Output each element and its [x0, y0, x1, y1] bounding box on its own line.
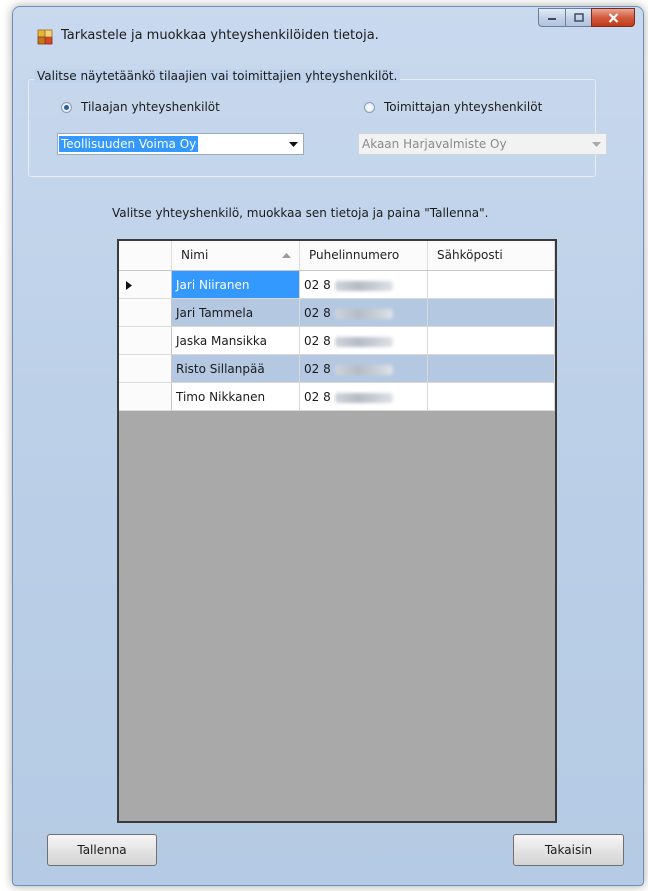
caption-buttons — [538, 8, 635, 28]
customer-company-select[interactable]: Teollisuuden Voima Oy — [57, 133, 304, 155]
app-icon — [37, 29, 53, 45]
minimize-icon — [548, 17, 556, 20]
supplier-company-value: Akaan Harjavalmiste Oy — [362, 137, 507, 151]
column-header-name[interactable]: Nimi — [172, 241, 300, 270]
customer-contacts-radio[interactable]: Tilaajan yhteyshenkilöt — [61, 100, 220, 114]
redacted-blur — [334, 280, 393, 291]
email-cell[interactable] — [428, 299, 555, 327]
instruction-text: Valitse yhteyshenkilö, muokkaa sen tieto… — [112, 206, 489, 220]
redacted-blur — [334, 308, 393, 319]
dropdown-arrow-icon — [588, 135, 604, 153]
sort-ascending-icon — [282, 253, 291, 258]
column-header-label: Nimi — [181, 248, 209, 262]
table-row[interactable]: Jaska Mansikka 02 8 — [119, 327, 555, 355]
save-button[interactable]: Tallenna — [47, 834, 157, 866]
grid-header: Nimi Puhelinnumero Sähköposti — [119, 241, 555, 271]
row-header[interactable] — [119, 355, 172, 383]
row-header[interactable] — [119, 327, 172, 355]
dropdown-arrow-icon — [285, 135, 301, 153]
redacted-blur — [334, 392, 393, 403]
maximize-button[interactable] — [565, 8, 591, 27]
email-cell[interactable] — [428, 383, 555, 411]
name-cell[interactable]: Jaska Mansikka — [172, 327, 300, 355]
close-icon — [608, 12, 618, 23]
name-cell[interactable]: Timo Nikkanen — [172, 383, 300, 411]
supplier-contacts-label: Toimittajan yhteyshenkilöt — [384, 100, 543, 114]
row-header-corner[interactable] — [119, 241, 172, 270]
redacted-blur — [334, 336, 393, 347]
table-row[interactable]: Jari Tammela 02 8 — [119, 299, 555, 327]
contact-type-group — [28, 79, 596, 177]
back-button[interactable]: Takaisin — [513, 834, 624, 866]
phone-cell[interactable]: 02 8 — [300, 383, 428, 411]
current-row-arrow-icon — [126, 281, 132, 290]
close-button[interactable] — [591, 8, 635, 27]
email-cell[interactable] — [428, 327, 555, 355]
radio-checked-icon — [61, 101, 72, 113]
contacts-grid[interactable]: Nimi Puhelinnumero Sähköposti Jari Niira… — [117, 239, 557, 823]
column-header-label: Sähköposti — [437, 248, 503, 262]
customer-company-value: Teollisuuden Voima Oy — [59, 136, 199, 152]
column-header-phone[interactable]: Puhelinnumero — [300, 241, 428, 270]
table-row[interactable]: Jari Niiranen 02 8 — [119, 271, 555, 299]
row-header[interactable] — [119, 299, 172, 327]
name-cell[interactable]: Jari Niiranen — [172, 271, 300, 299]
maximize-icon — [573, 13, 584, 22]
name-cell[interactable]: Risto Sillanpää — [172, 355, 300, 383]
window-title: Tarkastele ja muokkaa yhteyshenkilöiden … — [61, 28, 379, 43]
column-header-label: Puhelinnumero — [309, 248, 400, 262]
redacted-blur — [334, 364, 393, 375]
table-row[interactable]: Timo Nikkanen 02 8 — [119, 383, 555, 411]
minimize-button[interactable] — [538, 8, 565, 27]
row-header[interactable] — [119, 383, 172, 411]
phone-cell[interactable]: 02 8 — [300, 299, 428, 327]
email-cell[interactable] — [428, 355, 555, 383]
email-cell[interactable] — [428, 271, 555, 299]
phone-cell[interactable]: 02 8 — [300, 271, 428, 299]
row-header[interactable] — [119, 271, 172, 299]
supplier-company-select[interactable]: Akaan Harjavalmiste Oy — [358, 133, 607, 155]
phone-cell[interactable]: 02 8 — [300, 355, 428, 383]
customer-contacts-label: Tilaajan yhteyshenkilöt — [81, 100, 220, 114]
phone-cell[interactable]: 02 8 — [300, 327, 428, 355]
name-cell[interactable]: Jari Tammela — [172, 299, 300, 327]
group-legend: Valitse näytetäänkö tilaajien vai toimit… — [34, 69, 401, 83]
radio-unchecked-icon — [364, 101, 375, 113]
column-header-email[interactable]: Sähköposti — [428, 241, 555, 270]
table-row[interactable]: Risto Sillanpää 02 8 — [119, 355, 555, 383]
supplier-contacts-radio[interactable]: Toimittajan yhteyshenkilöt — [364, 100, 542, 114]
